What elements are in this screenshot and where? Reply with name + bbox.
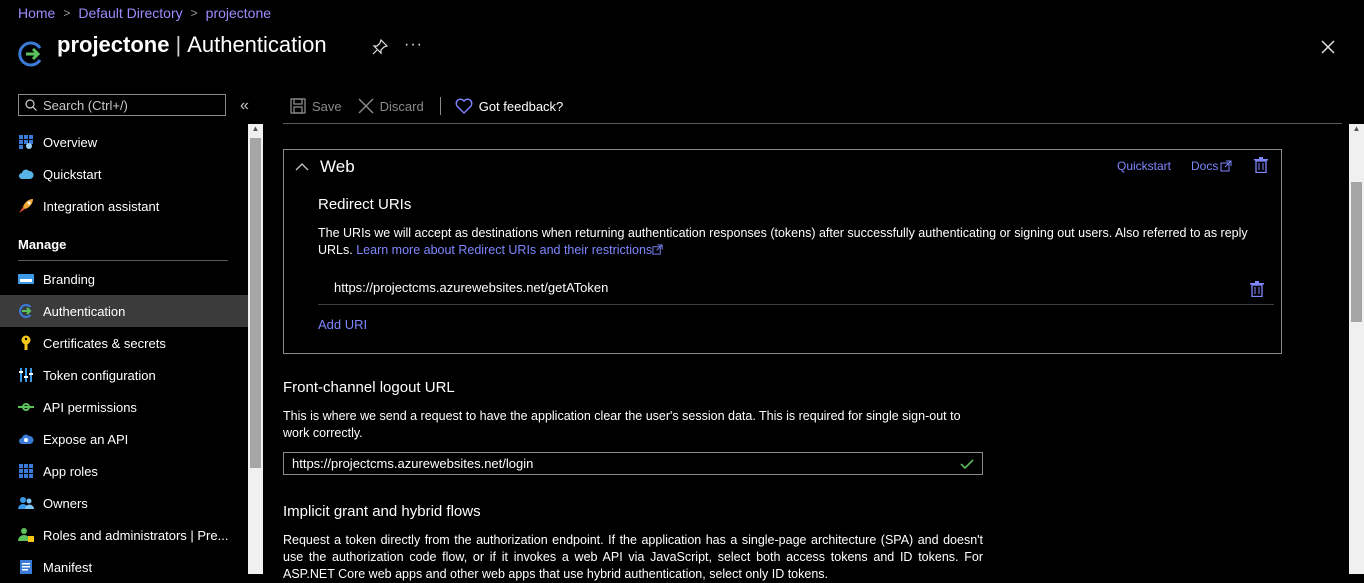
key-icon — [18, 335, 34, 351]
section-divider — [18, 260, 228, 261]
save-icon — [290, 98, 306, 114]
sidebar-item-label: API permissions — [43, 399, 137, 415]
authentication-arrow-icon — [18, 303, 34, 319]
sidebar-item-label: Manifest — [43, 559, 93, 575]
sidebar-item-branding[interactable]: Branding — [0, 263, 248, 295]
sidebar-item-label: Owners — [43, 495, 88, 511]
uri-row-divider — [318, 304, 1274, 305]
redirect-uris-title: Redirect URIs — [318, 196, 412, 213]
sidebar-item-integration-assistant[interactable]: Integration assistant — [0, 190, 248, 222]
sidebar-item-label: Token configuration — [43, 367, 156, 383]
page-name: Authentication — [187, 32, 327, 57]
scroll-up-arrow-icon[interactable]: ▲ — [1349, 124, 1364, 133]
toolbar-divider — [283, 123, 1342, 124]
implicit-grant-description: Request a token directly from the author… — [283, 533, 983, 581]
valid-check-icon — [960, 458, 974, 469]
sidebar-item-manifest[interactable]: Manifest — [0, 551, 248, 583]
delete-platform-icon[interactable] — [1254, 157, 1268, 174]
implicit-grant-title: Implicit grant and hybrid flows — [283, 503, 481, 520]
sidebar-item-overview[interactable]: Overview — [0, 126, 248, 158]
external-link-icon — [652, 244, 663, 255]
quickstart-link[interactable]: Quickstart — [1117, 159, 1171, 173]
feedback-button[interactable]: Got feedback? — [455, 98, 564, 114]
cloud-api-icon — [18, 431, 34, 447]
sidebar-item-label: Quickstart — [43, 166, 102, 182]
save-label: Save — [312, 98, 342, 114]
sidebar-item-expose-an-api[interactable]: Expose an API — [0, 423, 248, 455]
sidebar-item-label: Overview — [43, 134, 98, 150]
close-icon[interactable] — [1320, 39, 1336, 55]
sidebar-item-owners[interactable]: Owners — [0, 487, 248, 519]
section-title-manage: Manage — [18, 237, 67, 252]
app-name: projectone — [57, 32, 170, 57]
sidebar-item-api-permissions[interactable]: API permissions — [0, 391, 248, 423]
title-separator: | — [175, 32, 182, 57]
sidebar-item-label: Expose an API — [43, 431, 129, 447]
search-icon — [25, 99, 37, 111]
roles-admin-icon — [18, 527, 34, 543]
command-toolbar: Save Discard Got feedback? — [290, 96, 579, 116]
sidebar-item-app-roles[interactable]: App roles — [0, 455, 248, 487]
app-authentication-icon — [18, 40, 46, 68]
front-channel-logout-input[interactable] — [292, 456, 960, 471]
main-scrollbar-thumb[interactable] — [1351, 182, 1362, 322]
sidebar-item-label: Certificates & secrets — [43, 335, 166, 351]
sidebar-item-label: Authentication — [43, 303, 126, 319]
sidebar-item-token-configuration[interactable]: Token configuration — [0, 359, 248, 391]
sidebar-scrollbar-thumb[interactable] — [250, 138, 261, 468]
discard-x-icon — [358, 98, 374, 114]
breadcrumb-directory[interactable]: Default Directory — [78, 5, 182, 21]
redirect-learn-more-link[interactable]: Learn more about Redirect URIs and their… — [356, 243, 663, 257]
owners-icon — [18, 495, 34, 511]
sidebar-item-quickstart[interactable]: Quickstart — [0, 158, 248, 190]
sidebar-item-label: App roles — [43, 463, 98, 479]
web-platform-title: Web — [320, 157, 355, 176]
scroll-up-arrow-icon[interactable]: ▲ — [248, 124, 263, 133]
toolbar-separator — [439, 97, 441, 115]
search-input[interactable] — [43, 97, 213, 113]
discard-button[interactable]: Discard — [358, 98, 424, 114]
collapse-sidebar-icon[interactable]: « — [240, 97, 249, 115]
sidebar-item-authentication[interactable]: Authentication — [0, 295, 248, 327]
page-title: projectone | Authentication — [57, 32, 327, 58]
overview-grid-icon — [18, 134, 34, 150]
sidebar-item-roles-administrators[interactable]: Roles and administrators | Pre... — [0, 519, 248, 551]
token-bars-icon — [18, 367, 34, 383]
manifest-icon — [18, 559, 34, 575]
front-channel-logout-description: This is where we send a request to have … — [283, 409, 961, 440]
rocket-icon — [18, 198, 34, 214]
app-roles-grid-icon — [18, 463, 34, 479]
search-box — [18, 94, 226, 116]
chevron-right-icon: > — [63, 6, 71, 20]
redirect-uris-description: The URIs we will accept as destinations … — [318, 225, 1258, 259]
add-uri-link[interactable]: Add URI — [318, 317, 367, 332]
breadcrumb-home[interactable]: Home — [18, 5, 55, 21]
sidebar-item-label: Roles and administrators | Pre... — [43, 527, 229, 543]
more-options-icon[interactable]: ··· — [404, 36, 423, 54]
save-button[interactable]: Save — [290, 98, 342, 114]
api-permissions-icon — [18, 399, 34, 415]
cloud-quickstart-icon — [18, 166, 34, 182]
delete-uri-icon[interactable] — [1250, 281, 1264, 298]
sidebar-item-label: Branding — [43, 271, 96, 287]
docs-link[interactable]: Docs — [1191, 159, 1232, 173]
heart-icon — [455, 98, 473, 114]
breadcrumb: Home > Default Directory > projectone — [18, 5, 271, 21]
sidebar-item-label: Integration assistant — [43, 198, 160, 214]
chevron-right-icon: > — [190, 6, 198, 20]
pin-icon[interactable] — [372, 38, 389, 55]
discard-label: Discard — [379, 98, 424, 114]
docs-label: Docs — [1191, 159, 1219, 173]
branding-icon — [18, 271, 34, 287]
sidebar-item-certificates-secrets[interactable]: Certificates & secrets — [0, 327, 248, 359]
external-link-icon — [1220, 160, 1232, 172]
front-channel-logout-field — [283, 452, 983, 475]
breadcrumb-app[interactable]: projectone — [206, 5, 271, 21]
chevron-up-icon[interactable] — [295, 160, 309, 171]
redirect-learn-more-label: Learn more about Redirect URIs and their… — [356, 243, 653, 257]
redirect-uri-value[interactable]: https://projectcms.azurewebsites.net/get… — [334, 280, 608, 295]
front-channel-logout-title: Front-channel logout URL — [283, 379, 455, 396]
feedback-label: Got feedback? — [478, 98, 564, 114]
